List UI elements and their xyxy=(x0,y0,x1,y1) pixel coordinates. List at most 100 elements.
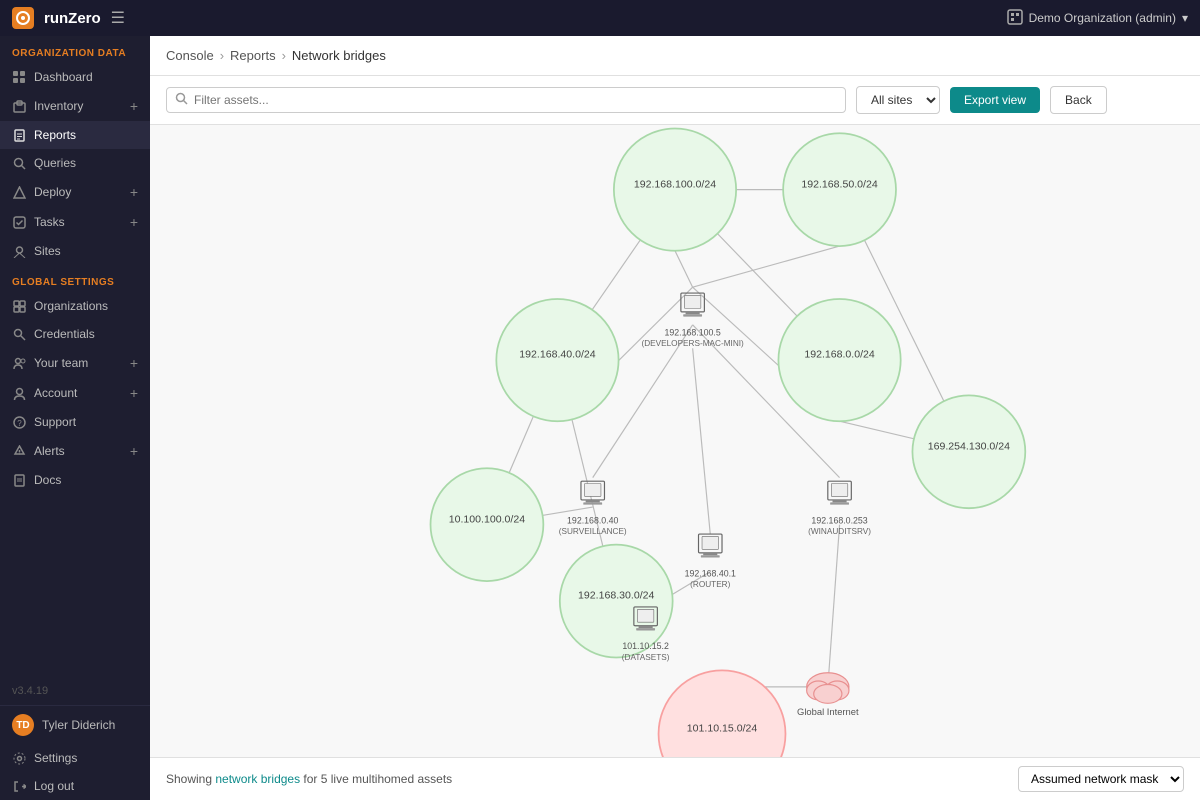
organizations-label: Organizations xyxy=(34,299,108,313)
svg-text:(DATASETS): (DATASETS) xyxy=(622,653,670,662)
svg-text:192.168.0.253: 192.168.0.253 xyxy=(811,515,867,525)
breadcrumb-sep-1: › xyxy=(220,48,224,63)
sidebar-item-organizations[interactable]: Organizations xyxy=(0,292,150,320)
queries-label: Queries xyxy=(34,156,76,170)
org-name: Demo Organization (admin) xyxy=(1029,11,1176,25)
sidebar-item-tasks[interactable]: Tasks + xyxy=(0,207,150,237)
user-name: Tyler Diderich xyxy=(42,718,115,732)
search-icon xyxy=(175,92,188,108)
credentials-label: Credentials xyxy=(34,327,95,341)
export-button[interactable]: Export view xyxy=(950,87,1040,113)
docs-icon xyxy=(12,473,26,487)
breadcrumb: Console › Reports › Network bridges xyxy=(150,36,1200,76)
sidebar-item-credentials[interactable]: Credentials xyxy=(0,320,150,348)
svg-text:Global Internet: Global Internet xyxy=(797,706,859,717)
credentials-icon xyxy=(12,327,26,341)
sidebar-item-alerts[interactable]: Alerts + xyxy=(0,436,150,466)
account-label: Account xyxy=(34,386,77,400)
sidebar-item-sites[interactable]: Sites xyxy=(0,237,150,265)
deploy-icon xyxy=(12,185,26,199)
user-initials: TD xyxy=(16,720,29,731)
svg-text:(WINAUDITSRV): (WINAUDITSRV) xyxy=(808,527,871,536)
alerts-icon xyxy=(12,444,26,458)
queries-icon xyxy=(12,156,26,170)
device-winauditsrv[interactable]: 192.168.0.253 (WINAUDITSRV) xyxy=(808,481,871,536)
sidebar-item-docs[interactable]: Docs xyxy=(0,466,150,494)
user-avatar: TD xyxy=(12,714,34,736)
svg-text:(ROUTER): (ROUTER) xyxy=(690,580,730,589)
back-button[interactable]: Back xyxy=(1050,86,1107,114)
diagram-area[interactable]: 192.168.100.0/24 192.168.40.0/24 192.168… xyxy=(150,125,1200,757)
node-label: 101.10.15.0/24 xyxy=(687,723,758,735)
alerts-label: Alerts xyxy=(34,444,65,458)
sidebar-item-support[interactable]: ? Support xyxy=(0,408,150,436)
svg-text:(DEVELOPERS-MAC-MINI): (DEVELOPERS-MAC-MINI) xyxy=(641,339,744,348)
sidebar-item-settings[interactable]: Settings xyxy=(0,744,150,772)
app-logo: runZero xyxy=(44,10,101,27)
deploy-plus-icon[interactable]: + xyxy=(130,184,138,200)
sidebar-item-logout[interactable]: Log out xyxy=(0,772,150,800)
edge xyxy=(828,525,840,687)
sites-select[interactable]: All sites xyxy=(856,86,940,114)
mask-select[interactable]: Assumed network mask/24/16/8 xyxy=(1018,766,1184,792)
device-surveillance[interactable]: 192.168.0.40 (SURVEILLANCE) xyxy=(559,481,627,536)
breadcrumb-console[interactable]: Console xyxy=(166,48,214,63)
reports-label: Reports xyxy=(34,128,76,142)
toolbar: All sites Export view Back xyxy=(150,76,1200,125)
org-selector[interactable]: Demo Organization (admin) ▾ xyxy=(1007,9,1188,28)
org-icon xyxy=(1007,9,1023,28)
reports-icon xyxy=(12,128,26,142)
footer-suffix: for 5 live multihomed assets xyxy=(303,772,452,786)
svg-text:101.10.15.2: 101.10.15.2 xyxy=(622,641,669,651)
sidebar-item-dashboard[interactable]: Dashboard xyxy=(0,63,150,91)
breadcrumb-current: Network bridges xyxy=(292,48,386,63)
layout: ORGANIZATION DATA Dashboard Inventory + … xyxy=(0,36,1200,800)
svg-text:(SURVEILLANCE): (SURVEILLANCE) xyxy=(559,527,627,536)
edge xyxy=(693,246,840,287)
svg-text:?: ? xyxy=(17,419,22,428)
sidebar-item-deploy[interactable]: Deploy + xyxy=(0,177,150,207)
breadcrumb-reports[interactable]: Reports xyxy=(230,48,276,63)
logout-icon xyxy=(12,779,26,793)
deploy-label: Deploy xyxy=(34,185,71,199)
device-router[interactable]: 192.168.40.1 (ROUTER) xyxy=(685,534,736,589)
tasks-plus-icon[interactable]: + xyxy=(130,214,138,230)
logout-label: Log out xyxy=(34,779,74,793)
node-label: 192.168.50.0/24 xyxy=(801,178,877,190)
diagram-footer: Showing network bridges for 5 live multi… xyxy=(150,757,1200,800)
dashboard-label: Dashboard xyxy=(34,70,93,84)
inventory-label: Inventory xyxy=(34,99,83,113)
sidebar: ORGANIZATION DATA Dashboard Inventory + … xyxy=(0,36,150,800)
inventory-plus-icon[interactable]: + xyxy=(130,98,138,114)
sidebar-item-your-team[interactable]: Your team + xyxy=(0,348,150,378)
search-input[interactable] xyxy=(194,93,837,107)
account-plus-icon[interactable]: + xyxy=(130,385,138,401)
node-label: 192.168.0.0/24 xyxy=(804,349,875,361)
alerts-plus-icon[interactable]: + xyxy=(130,443,138,459)
network-diagram: 192.168.100.0/24 192.168.40.0/24 192.168… xyxy=(150,125,1200,757)
device-global-internet[interactable]: Global Internet xyxy=(797,673,859,717)
topbar-left: runZero ☰ xyxy=(12,7,125,29)
team-plus-icon[interactable]: + xyxy=(130,355,138,371)
node-label: 192.168.100.0/24 xyxy=(634,178,716,190)
global-section-label: GLOBAL SETTINGS xyxy=(0,265,150,292)
sidebar-item-account[interactable]: Account + xyxy=(0,378,150,408)
tasks-label: Tasks xyxy=(34,215,65,229)
sidebar-item-inventory[interactable]: Inventory + xyxy=(0,91,150,121)
tasks-icon xyxy=(12,215,26,229)
sites-label: Sites xyxy=(34,244,61,258)
menu-icon[interactable]: ☰ xyxy=(111,8,125,28)
sidebar-item-queries[interactable]: Queries xyxy=(0,149,150,177)
main-panel: Console › Reports › Network bridges All … xyxy=(150,36,1200,800)
support-icon: ? xyxy=(12,415,26,429)
svg-text:192.168.0.40: 192.168.0.40 xyxy=(567,515,618,525)
organizations-icon xyxy=(12,299,26,313)
node-101-10-15[interactable] xyxy=(659,670,786,757)
org-section-label: ORGANIZATION DATA xyxy=(0,36,150,63)
node-label: 192.168.40.0/24 xyxy=(519,349,595,361)
logo-icon xyxy=(12,7,34,29)
sidebar-item-reports[interactable]: Reports xyxy=(0,121,150,149)
org-chevron-icon: ▾ xyxy=(1182,11,1188,25)
topbar: runZero ☰ Demo Organization (admin) ▾ xyxy=(0,0,1200,36)
support-label: Support xyxy=(34,415,76,429)
